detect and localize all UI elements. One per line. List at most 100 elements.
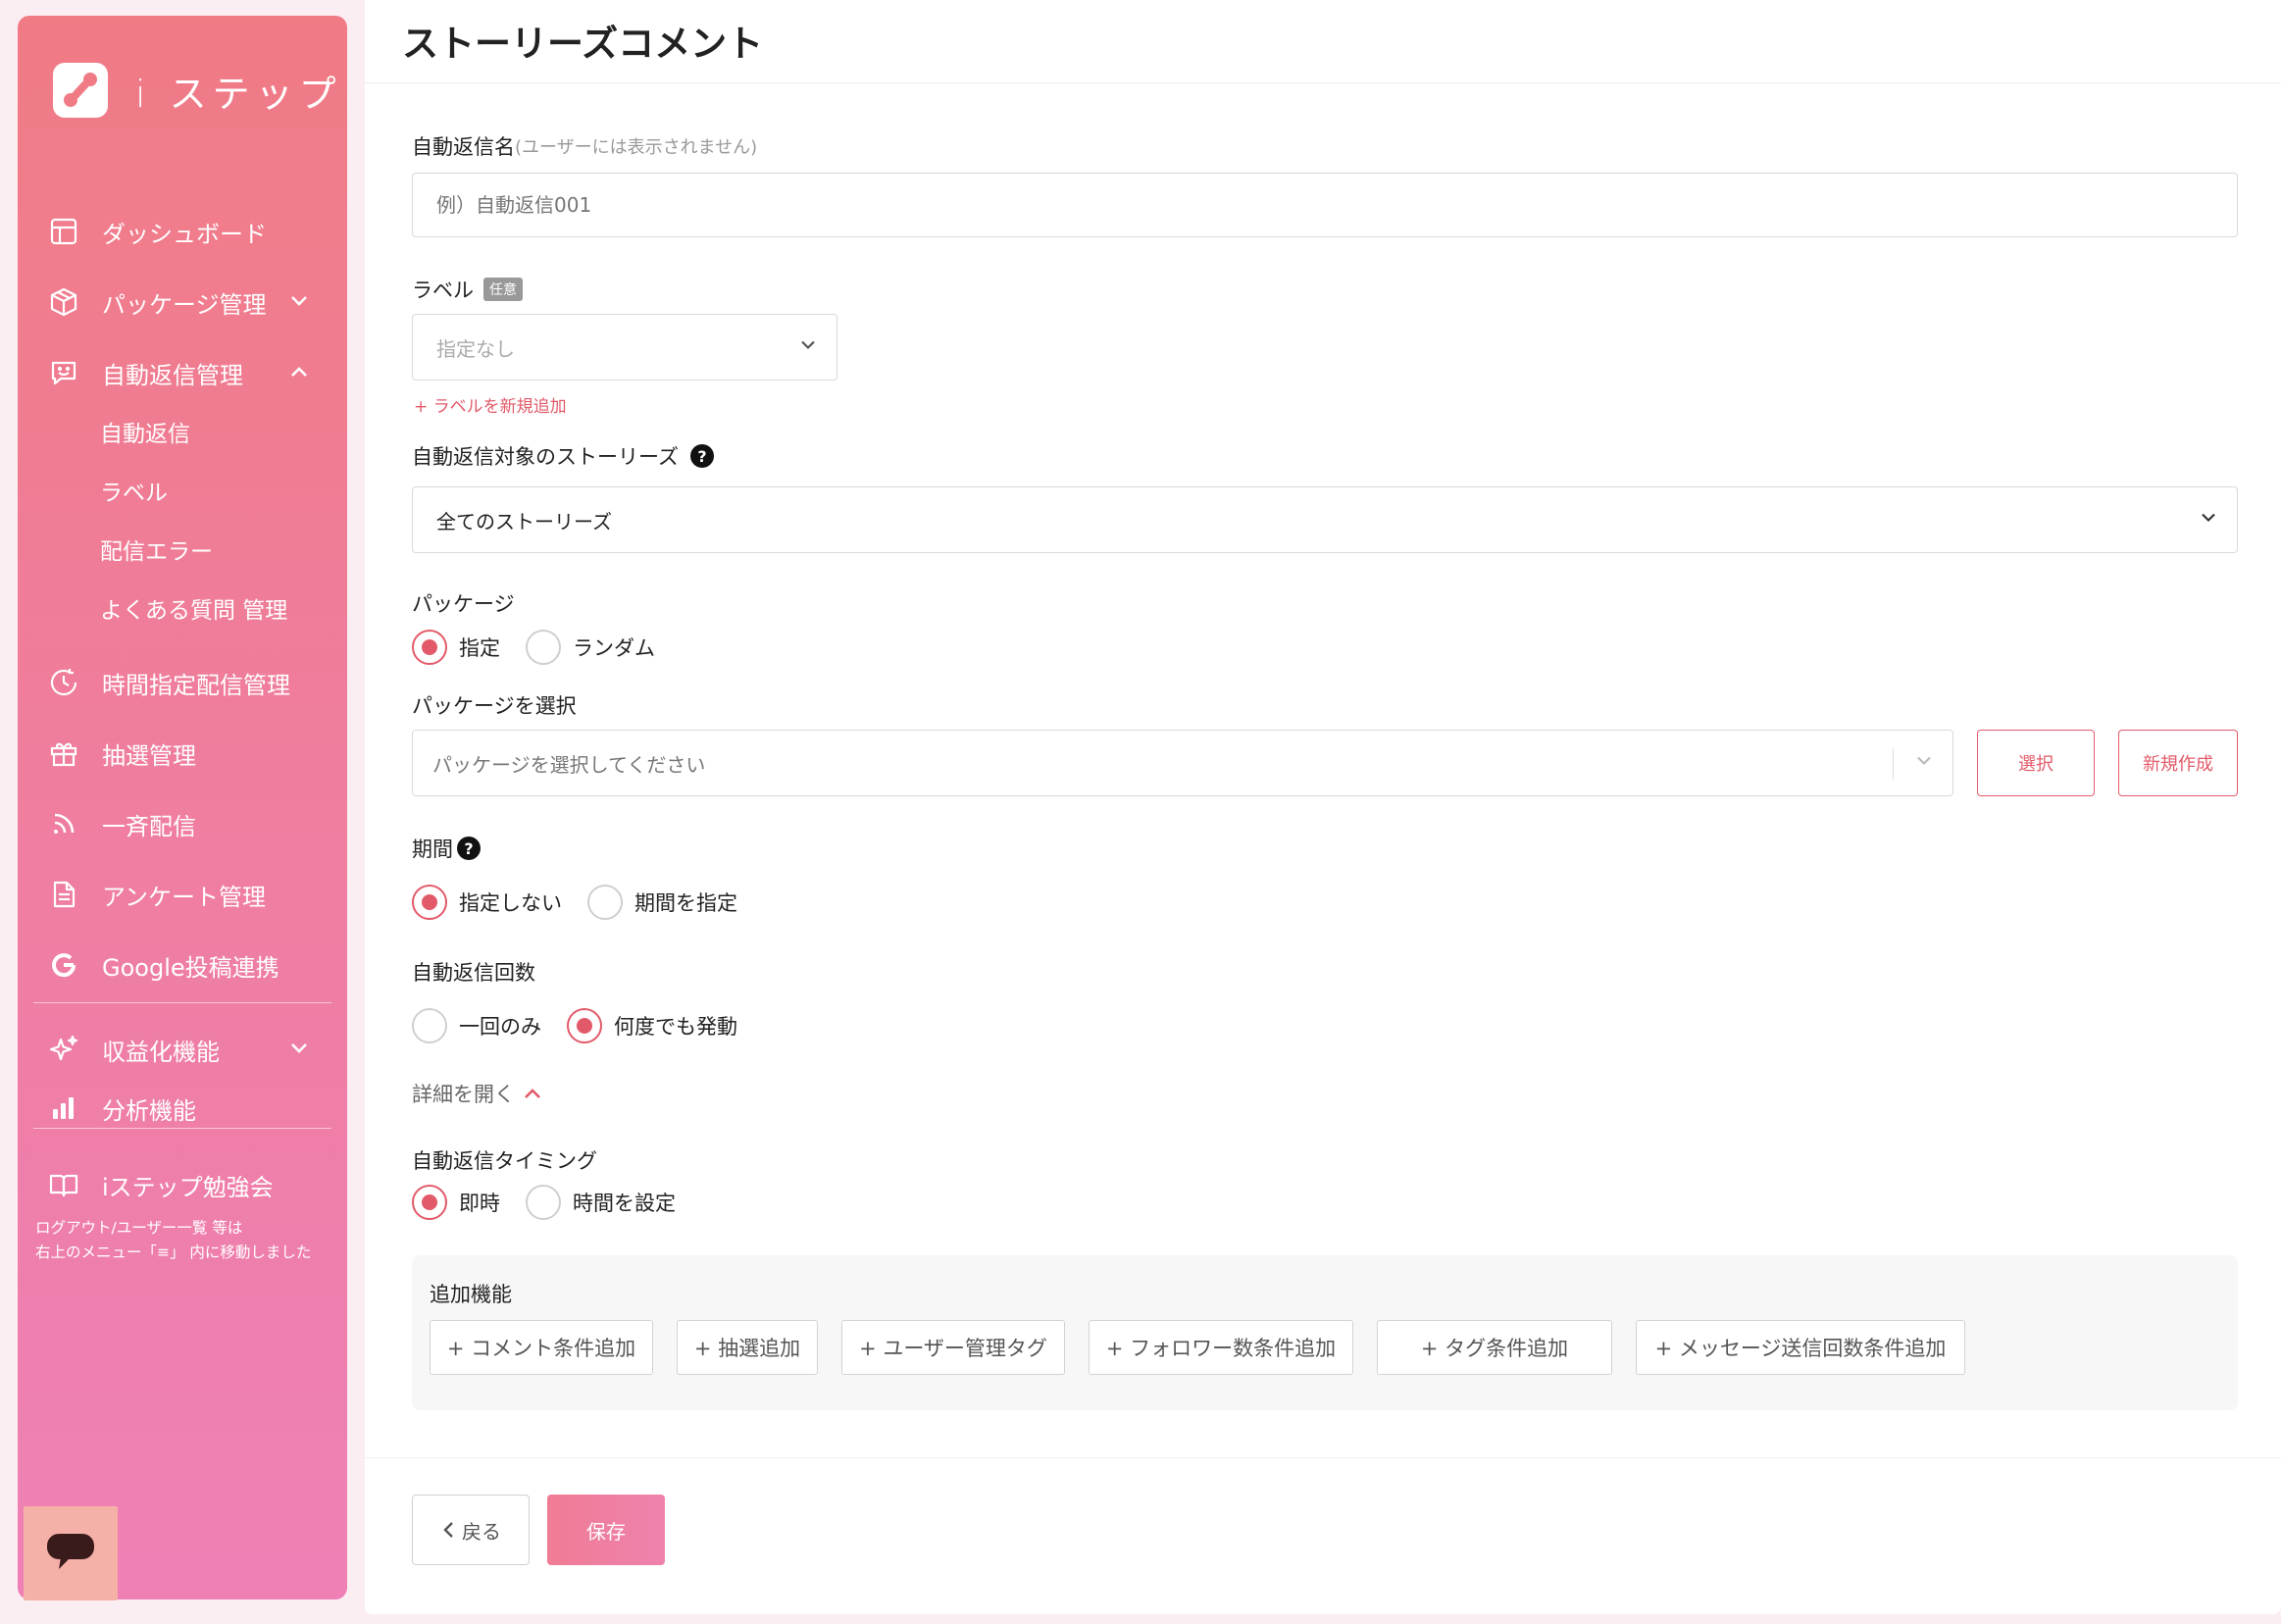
package-select[interactable]: パッケージを選択してください <box>412 730 1953 796</box>
google-icon <box>47 948 80 982</box>
auto-reply-name-input[interactable] <box>412 173 2238 237</box>
package-radio-random[interactable]: ランダム <box>526 630 655 665</box>
sparkles-icon <box>47 1033 80 1066</box>
add-message-count-condition-button[interactable]: + メッセージ送信回数条件追加 <box>1636 1320 1965 1375</box>
sidebar-item-study[interactable]: iステップ勉強会 <box>47 1163 337 1206</box>
new-package-button[interactable]: 新規作成 <box>2118 730 2238 796</box>
clock-icon <box>47 666 80 699</box>
sidebar-item-label: Google投稿連携 <box>102 953 279 982</box>
label-label: ラベル 任意 <box>412 275 523 304</box>
app-name: i ステップ <box>135 72 342 116</box>
app-logo[interactable]: i ステップ <box>53 63 342 118</box>
sidebar-item-survey[interactable]: アンケート管理 <box>47 873 337 916</box>
package-select-label: パッケージを選択 <box>412 694 577 718</box>
timing-radio-set-time[interactable]: 時間を設定 <box>526 1185 676 1220</box>
sidebar-item-monetize[interactable]: 収益化機能 <box>47 1028 337 1071</box>
radio-unselected[interactable] <box>526 630 561 665</box>
stories-select[interactable]: 全てのストーリーズ <box>412 486 2238 553</box>
document-icon <box>47 878 80 911</box>
radio-selected[interactable] <box>412 1185 447 1220</box>
radio-selected[interactable] <box>412 630 447 665</box>
help-icon[interactable]: ? <box>457 837 481 860</box>
sidebar-item-label: iステップ勉強会 <box>102 1173 274 1201</box>
sidebar-item-analytics[interactable]: 分析機能 <box>47 1087 337 1130</box>
chevron-down-icon <box>1913 750 1935 777</box>
count-radio-always[interactable]: 何度でも発動 <box>567 1008 737 1043</box>
reply-count-label: 自動返信回数 <box>412 961 535 985</box>
sidebar-subitem-label[interactable]: ラベル <box>100 471 168 510</box>
radio-selected[interactable] <box>567 1008 602 1043</box>
chevron-down-icon <box>2198 507 2219 533</box>
sidebar-item-label: 時間指定配信管理 <box>102 671 290 699</box>
sidebar-item-google[interactable]: Google投稿連携 <box>47 943 337 987</box>
chat-bubble-icon <box>45 1530 96 1577</box>
main-content: ストーリーズコメント 自動返信名(ユーザーには表示されません) ラベル任意 指定… <box>365 0 2281 1614</box>
optional-badge: 任意 <box>483 278 523 301</box>
timing-radio-group: 即時 時間を設定 <box>412 1185 701 1220</box>
bar-chart-icon <box>47 1091 80 1125</box>
sidebar-item-broadcast[interactable]: 一斉配信 <box>47 802 337 845</box>
sidebar-item-scheduled[interactable]: 時間指定配信管理 <box>47 661 337 704</box>
sidebar-item-label: 抽選管理 <box>102 741 196 770</box>
period-radio-specify[interactable]: 期間を指定 <box>587 885 737 920</box>
radio-unselected[interactable] <box>412 1008 447 1043</box>
add-tag-condition-button[interactable]: + タグ条件追加 <box>1377 1320 1612 1375</box>
sidebar-item-label: パッケージ管理 <box>102 290 267 319</box>
sidebar-item-label: 一斉配信 <box>102 812 196 840</box>
sidebar-item-dashboard[interactable]: ダッシュボード <box>47 210 337 253</box>
period-label: 期間? <box>412 834 481 863</box>
package-label: パッケージ <box>412 592 515 616</box>
add-follower-condition-button[interactable]: + フォロワー数条件追加 <box>1089 1320 1353 1375</box>
chevron-down-icon[interactable] <box>286 288 312 320</box>
sidebar-subitem-faq[interactable]: よくある質問 管理 <box>100 588 287 628</box>
details-toggle[interactable]: 詳細を開く <box>412 1079 544 1108</box>
select-package-button[interactable]: 選択 <box>1977 730 2095 796</box>
add-user-tag-button[interactable]: + ユーザー管理タグ <box>841 1320 1065 1375</box>
timing-radio-immediate[interactable]: 即時 <box>412 1185 500 1220</box>
title-divider <box>365 82 2281 83</box>
sidebar-item-label: アンケート管理 <box>102 883 267 911</box>
radio-unselected[interactable] <box>526 1185 561 1220</box>
chevron-up-icon[interactable] <box>286 359 312 390</box>
box-icon <box>47 285 80 319</box>
sidebar-subitem-delivery-error[interactable]: 配信エラー <box>100 530 213 569</box>
layout-icon <box>47 215 80 248</box>
sidebar-item-lottery[interactable]: 抽選管理 <box>47 732 337 775</box>
package-radio-specified[interactable]: 指定 <box>412 630 500 665</box>
stories-label: 自動返信対象のストーリーズ? <box>412 441 714 471</box>
additional-features-title: 追加機能 <box>430 1283 512 1306</box>
sidebar-item-package[interactable]: パッケージ管理 <box>47 280 337 324</box>
radio-selected[interactable] <box>412 885 447 920</box>
sidebar-note: ログアウト/ユーザー一覧 等は 右上のメニュー「≡」 内に移動しました <box>35 1219 312 1261</box>
chevron-up-icon <box>521 1082 544 1105</box>
save-button[interactable]: 保存 <box>547 1495 665 1565</box>
add-comment-condition-button[interactable]: + コメント条件追加 <box>430 1320 653 1375</box>
sidebar-subitem-auto-reply[interactable]: 自動返信 <box>100 412 190 451</box>
sidebar-item-label: 自動返信管理 <box>102 361 243 389</box>
period-radio-none[interactable]: 指定しない <box>412 885 562 920</box>
back-button[interactable]: 戻る <box>412 1495 530 1565</box>
page-title: ストーリーズコメント <box>402 23 764 65</box>
sidebar: i ステップ ダッシュボード パッケージ管理 自動返信管理 自動返信 ラベル 配… <box>18 16 347 1600</box>
sidebar-divider <box>33 1002 331 1003</box>
auto-reply-name-label: 自動返信名 (ユーザーには表示されません) <box>412 135 758 159</box>
add-lottery-button[interactable]: + 抽選追加 <box>677 1320 818 1375</box>
package-radio-group: 指定 ランダム <box>412 630 681 665</box>
radio-unselected[interactable] <box>587 885 623 920</box>
footer-divider <box>365 1457 2281 1458</box>
sidebar-item-auto-reply[interactable]: 自動返信管理 <box>47 351 337 394</box>
logo-icon <box>53 63 108 118</box>
sidebar-item-label: ダッシュボード <box>102 220 267 248</box>
add-label-link[interactable]: + ラベルを新規追加 <box>414 392 567 417</box>
label-select[interactable]: 指定なし <box>412 314 837 381</box>
sidebar-divider <box>33 1128 331 1129</box>
reply-count-radio-group: 一回のみ 何度でも発動 <box>412 1008 763 1043</box>
rss-icon <box>47 807 80 840</box>
sidebar-item-label: 分析機能 <box>102 1096 196 1125</box>
chat-support-button[interactable] <box>24 1506 118 1600</box>
sidebar-item-label: 収益化機能 <box>102 1038 220 1066</box>
help-icon[interactable]: ? <box>689 444 714 468</box>
chevron-down-icon[interactable] <box>286 1036 312 1067</box>
count-radio-once[interactable]: 一回のみ <box>412 1008 541 1043</box>
timing-label: 自動返信タイミング <box>412 1149 597 1173</box>
